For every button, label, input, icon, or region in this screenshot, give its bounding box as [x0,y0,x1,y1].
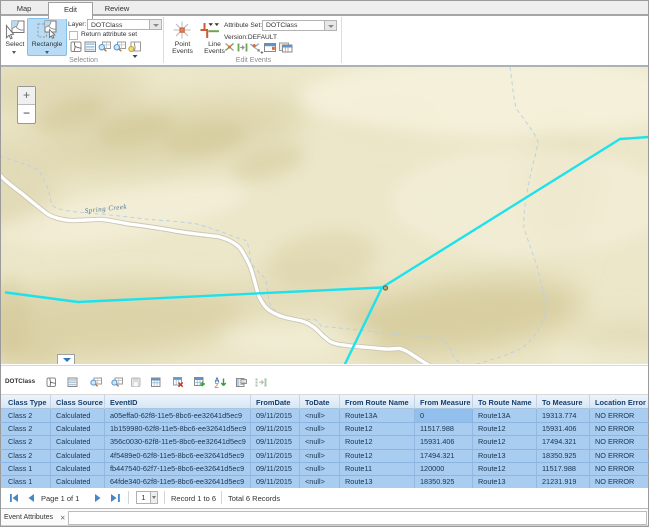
svg-text:Z: Z [215,383,220,390]
